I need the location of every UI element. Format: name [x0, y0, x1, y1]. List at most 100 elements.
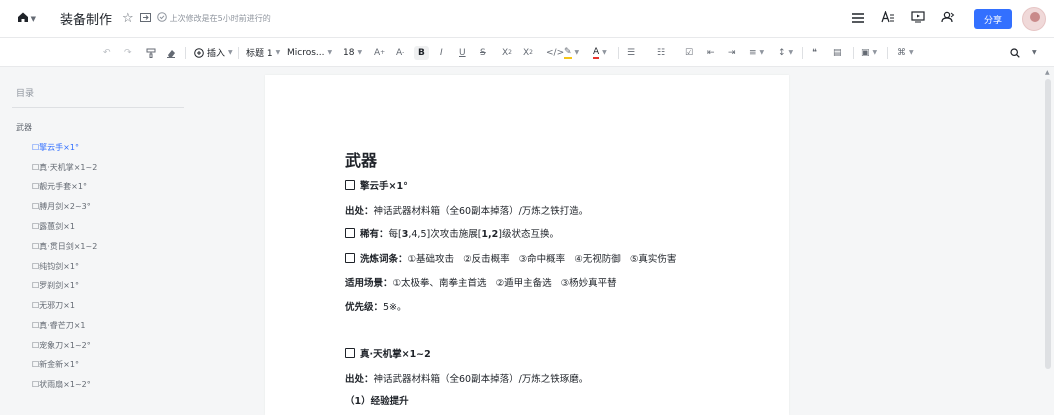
rare-text: ,4,5]次攻击施展[: [408, 229, 482, 240]
chevron-down-icon: ▼: [872, 49, 878, 56]
align-icon[interactable]: ≡ ▼: [749, 38, 764, 67]
clear-format-icon[interactable]: [166, 38, 176, 67]
toc-item[interactable]: ☐真·睿芒刀×1: [32, 320, 86, 331]
checkbox[interactable]: [345, 228, 355, 238]
toc-item[interactable]: ☐宠象刀×1~2°: [32, 340, 91, 351]
toc-item[interactable]: ☐新金新×1°: [32, 359, 79, 370]
avatar[interactable]: [1022, 7, 1046, 31]
priority-text: 5※。: [383, 302, 407, 313]
toc-item[interactable]: 武器: [16, 122, 32, 133]
underline-icon[interactable]: U: [459, 38, 466, 67]
toc-item[interactable]: ☐状雨扇×1~2°: [32, 379, 91, 390]
rare-text: 每[: [388, 229, 402, 240]
expand-toolbar-icon[interactable]: ▼: [1032, 38, 1037, 67]
item-title: 真·天机掌×1~2: [360, 349, 431, 360]
heading-style-label: 标题 1: [246, 49, 273, 59]
ordered-list-icon[interactable]: ☷: [657, 38, 665, 67]
source-text: 神话武器材料箱（全60副本掉落）/万炼之铁琢磨。: [373, 374, 589, 385]
toc-item[interactable]: ☐靓元手套×1°: [32, 181, 87, 192]
format-text-icon[interactable]: [874, 10, 902, 27]
toc-heading: 目录: [16, 89, 35, 99]
paragraph-scene: 适用场景：①太极拳、南拳主首选 ②遁甲主备选 ③杨妙真平替: [345, 275, 617, 289]
document-page[interactable]: 武器 擎云手×1° 出处：神话武器材料箱（全60副本掉落）/万炼之铁打造。 稀有…: [265, 75, 789, 415]
scene-text: ①太极拳、南拳主首选 ②遁甲主备选 ③杨妙真平替: [392, 278, 617, 289]
font-color-icon[interactable]: A ▼: [593, 38, 607, 67]
toc-item[interactable]: ☐纯钧剑×1°: [32, 261, 79, 272]
home-menu[interactable]: ▼: [6, 0, 36, 38]
subscript-icon[interactable]: X2: [502, 38, 512, 67]
plugin-icon[interactable]: ⌘ ▼: [897, 38, 914, 67]
line-spacing-icon[interactable]: ↕ ▼: [778, 38, 793, 67]
table-of-contents: 目录 武器 ☐擎云手×1° ☐真·天机掌×1~2 ☐靓元手套×1° ☐膊月剑×2…: [0, 67, 184, 400]
toc-item[interactable]: ☐真·贯日剑×1~2: [32, 241, 97, 252]
image-icon[interactable]: ▣ ▼: [861, 38, 877, 67]
insert-button[interactable]: 插入 ▼: [194, 38, 233, 67]
bold-icon[interactable]: B: [414, 38, 429, 67]
toc-item[interactable]: ☐擎云手×1°: [32, 142, 79, 153]
chevron-down-icon: ▼: [759, 49, 765, 56]
redo-icon[interactable]: ↷: [124, 38, 132, 67]
checkbox[interactable]: [345, 348, 355, 358]
partial-text: （1）经验提升: [345, 396, 409, 407]
chevron-down-icon: ▼: [30, 14, 36, 23]
present-icon[interactable]: [904, 11, 932, 27]
paragraph-source: 出处：神话武器材料箱（全60副本掉落）/万炼之铁打造。: [345, 203, 588, 217]
checkbox[interactable]: [345, 180, 355, 190]
priority-label: 优先级：: [345, 302, 384, 313]
strikethrough-icon[interactable]: S: [480, 38, 486, 67]
insert-label: 插入: [207, 49, 226, 59]
callout-icon[interactable]: ▤: [833, 38, 842, 67]
saved-status: 上次修改是在5小时前进行的: [169, 14, 271, 23]
scrollbar[interactable]: ▲: [1044, 67, 1052, 400]
chevron-down-icon: ▼: [228, 49, 233, 56]
source-text: 神话武器材料箱（全60副本掉落）/万炼之铁打造。: [373, 206, 589, 217]
chevron-down-icon: ▼: [602, 49, 607, 56]
chevron-down-icon: ▼: [327, 49, 333, 56]
font-size-label: 18: [343, 47, 355, 58]
search-icon[interactable]: [1010, 38, 1020, 67]
affix-text: ①基础攻击 ②反击概率 ③命中概率 ④无视防御 ⑤真实伤害: [407, 254, 677, 265]
checkbox[interactable]: [345, 253, 355, 263]
toc-item[interactable]: ☐真·天机掌×1~2: [32, 162, 97, 173]
decrease-font-icon[interactable]: A-: [396, 38, 404, 67]
task-item: 擎云手×1°: [345, 178, 408, 192]
toc-item[interactable]: ☐无邪刀×1: [32, 300, 75, 311]
folder-icon[interactable]: [139, 11, 151, 26]
toc-item[interactable]: ☐罗刹剑×1°: [32, 280, 79, 291]
collaborator-icon[interactable]: [934, 11, 962, 27]
indent-decrease-icon[interactable]: ⇤: [707, 38, 715, 67]
quote-icon[interactable]: ❝: [812, 38, 817, 67]
document-title[interactable]: 装备制作: [60, 9, 112, 28]
undo-icon[interactable]: ↶: [103, 38, 111, 67]
indent-increase-icon[interactable]: ⇥: [728, 38, 736, 67]
scrollbar-thumb[interactable]: [1045, 79, 1051, 369]
affix-label: 洗炼词条：: [360, 254, 408, 265]
increase-font-icon[interactable]: A +: [374, 38, 385, 67]
divider: [12, 107, 184, 108]
inline-code-icon[interactable]: </>: [546, 38, 564, 67]
source-label: 出处：: [345, 206, 374, 217]
home-icon: [17, 11, 29, 26]
italic-icon[interactable]: I: [440, 38, 443, 67]
rare-text: ]级状态互换。: [498, 229, 559, 240]
toc-item[interactable]: ☐膊月剑×2~3°: [32, 201, 91, 212]
saved-check-icon: [156, 12, 167, 25]
font-size-select[interactable]: 18 ▼: [343, 38, 362, 67]
task-list-icon[interactable]: ☑: [685, 38, 693, 67]
scene-label: 适用场景：: [345, 278, 393, 289]
outline-icon[interactable]: [844, 11, 872, 27]
heading-style-select[interactable]: 标题 1 ▼: [246, 38, 280, 67]
task-item: 稀有：每[3,4,5]次攻击施展[1,2]级状态互换。: [345, 226, 559, 240]
paragraph-partial: （1）经验提升: [345, 393, 409, 407]
star-icon[interactable]: ☆: [122, 11, 134, 26]
toc-item[interactable]: ☐露蕙剑×1: [32, 221, 75, 232]
highlight-color-icon[interactable]: ✎ ▼: [564, 38, 579, 67]
scroll-up-icon[interactable]: ▲: [1045, 69, 1050, 76]
font-family-select[interactable]: Micros... ▼: [287, 38, 332, 67]
rare-label: 稀有：: [360, 229, 389, 240]
heading-weapons: 武器: [345, 151, 378, 170]
bullet-list-icon[interactable]: ☰: [627, 38, 635, 67]
superscript-icon[interactable]: X2: [523, 38, 533, 67]
format-painter-icon[interactable]: [146, 38, 156, 67]
share-button[interactable]: 分享: [974, 9, 1012, 29]
